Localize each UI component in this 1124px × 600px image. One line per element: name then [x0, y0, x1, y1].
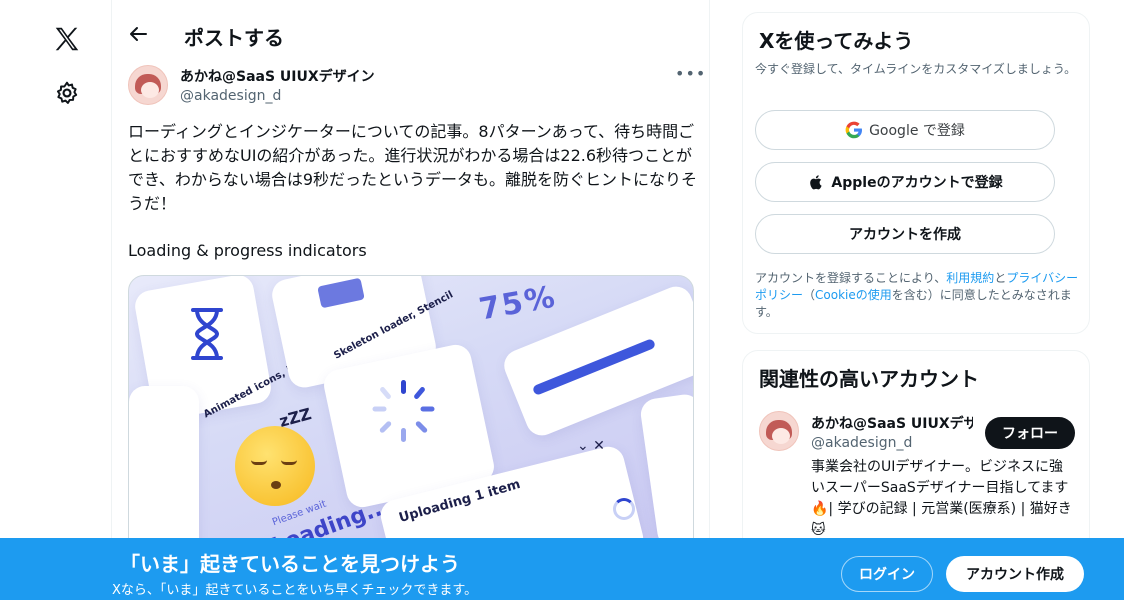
page-title: ポストする: [184, 26, 284, 50]
main-column: ポストする あかね@SaaS UIUXデザイン @akadesign_d •••…: [112, 0, 710, 600]
author-name[interactable]: あかね@SaaS UIUXデザイン: [180, 66, 375, 86]
banner-signup-button[interactable]: アカウント作成: [946, 556, 1084, 592]
signup-banner: 「いま」起きていることを見つけよう Xなら、「いま」起きていることをいち早くチェ…: [0, 538, 1124, 600]
signup-panel: Xを使ってみよう 今すぐ登録して、タイムラインをカスタマイズしましょう。 Goo…: [742, 12, 1090, 334]
terms-link[interactable]: 利用規約: [946, 271, 994, 285]
related-account-handle[interactable]: @akadesign_d: [811, 435, 912, 451]
x-logo-icon[interactable]: [52, 24, 82, 54]
percent-readout: 75%: [476, 279, 560, 328]
banner-subtitle: Xなら、「いま」起きていることをいち早くチェックできます。: [112, 583, 478, 598]
related-account-bio: 事業会社のUIデザイナー。ビジネスに強いスーパーSaaSデザイナー目指してます🔥…: [811, 459, 1072, 538]
sleeping-emoji-icon: [235, 426, 315, 506]
post-media-image[interactable]: Animated icons, illustrations Skeleton l…: [128, 275, 694, 555]
legal-paren: （: [803, 288, 816, 302]
related-account-name[interactable]: あかね@SaaS UIUXデザ: [811, 413, 973, 433]
media-card-right: [638, 392, 693, 550]
related-avatar[interactable]: [759, 411, 799, 451]
create-account-button[interactable]: アカウントを作成: [755, 214, 1055, 254]
left-nav: [0, 0, 112, 600]
post-text: ローディングとインジケーターについての記事。8パターンあって、待ち時間ごとにおす…: [128, 122, 698, 213]
zzz-text: zZZ: [277, 404, 314, 431]
hourglass-icon: [191, 308, 223, 360]
follow-button[interactable]: フォロー: [985, 417, 1075, 449]
create-account-label: アカウントを作成: [849, 227, 961, 243]
login-button[interactable]: ログイン: [841, 556, 933, 592]
more-options-icon[interactable]: •••: [675, 64, 706, 83]
header-bar: ポストする: [112, 0, 710, 56]
upload-close-icon: ⌄ ✕: [577, 438, 605, 454]
google-signup-button[interactable]: Google で登録: [755, 110, 1055, 150]
apple-icon: [810, 175, 823, 190]
apple-signup-button[interactable]: Appleのアカウントで登録: [755, 162, 1055, 202]
media-card-side: [129, 386, 199, 554]
spinner-icon: [369, 380, 439, 450]
arrow-left-icon[interactable]: [128, 24, 148, 44]
gear-icon[interactable]: [54, 80, 80, 106]
post-subtext: Loading & progress indicators: [128, 241, 367, 260]
avatar-face: [772, 428, 790, 444]
legal-prefix: アカウントを登録することにより、: [755, 271, 947, 285]
related-title: 関連性の高いアカウント: [759, 367, 979, 391]
google-signup-label: Google で登録: [869, 123, 965, 139]
apple-signup-label: Appleのアカウントで登録: [831, 175, 1003, 191]
upload-spinner-icon: [613, 498, 635, 520]
signup-title: Xを使ってみよう: [759, 29, 914, 53]
cookie-link[interactable]: Cookieの使用: [815, 288, 892, 302]
legal-text: アカウントを登録することにより、利用規約とプライバシーポリシー（Cookieの使…: [755, 270, 1089, 321]
banner-title: 「いま」起きていることを見つけよう: [120, 552, 460, 576]
legal-and: と: [994, 271, 1007, 285]
author-handle[interactable]: @akadesign_d: [180, 88, 281, 104]
avatar[interactable]: [128, 65, 168, 105]
avatar-face: [141, 82, 159, 98]
google-icon: [845, 121, 863, 139]
signup-subtitle: 今すぐ登録して、タイムラインをカスタマイズしましょう。: [755, 62, 1077, 76]
